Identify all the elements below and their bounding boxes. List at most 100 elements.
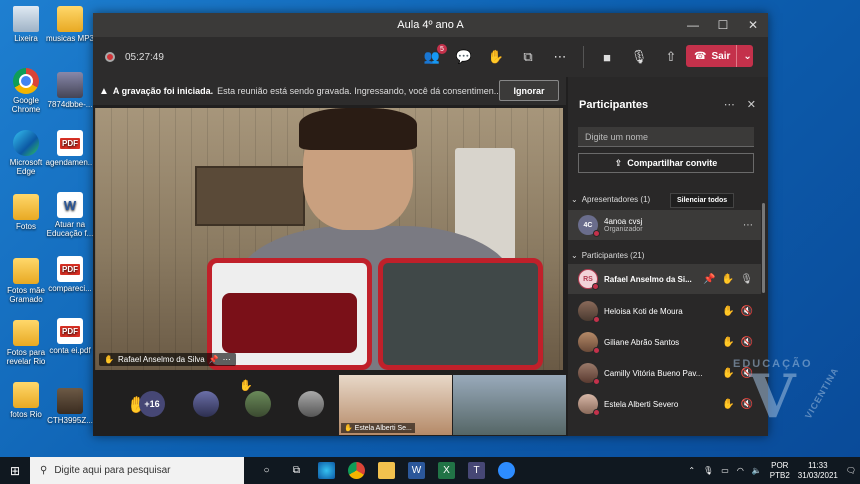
system-tray: ⌃ 🎙 ▭ ◠ 🔈 POR PTB2 11:33 31/03/2021 🗨 [688,457,856,484]
desktop-icon-folder[interactable]: musicas MP3 [44,6,96,43]
desktop-icon-pdf[interactable]: PDF agendamen... [44,130,96,167]
zoom-icon[interactable] [498,462,515,479]
avatar: 4C [578,215,600,237]
raise-hand-icon: ✋ [104,355,114,364]
breakout-rooms-icon: ⧉ [523,49,533,64]
share-invite-button[interactable]: ⇪ Compartilhar convite [578,153,754,173]
participant-avatar[interactable] [245,391,271,417]
more-options-icon[interactable]: ⋯ [743,220,753,231]
banner-title: A gravação foi iniciada. [112,86,214,96]
desktop-icon-image[interactable]: 7874dbbe-... [44,72,96,109]
desktop-icon-pdf-3[interactable]: PDF conta ei.pdf [44,318,96,355]
taskbar-search-box[interactable]: ⚲ Digite aqui para pesquisar [30,457,244,484]
desktop-icon-word[interactable]: W Atuar na Educação f... [44,192,96,238]
leave-options-chevron-down-icon[interactable]: ⌄ [737,51,757,62]
volume-icon[interactable]: 🔈 [752,466,762,475]
main-video-stage[interactable]: ✋ Rafael Anselmo da Silva 📌 ⋯ [95,108,563,370]
status-dot-icon [593,316,600,323]
chat-button[interactable]: 💬 [455,48,473,66]
notifications-icon[interactable]: 🗨 [846,466,856,475]
participant-avatar[interactable] [193,391,219,417]
participant-video-thumbnail[interactable] [453,375,566,435]
participants-strip: ✋ +16 ✋ ✋ Estela Alberti Se... [93,373,566,436]
thumbnail-name-tag: ✋ Estela Alberti Se... [341,423,415,433]
presenters-section-header[interactable]: ⌄ Apresentadores (1) [571,195,650,204]
cortana-icon[interactable]: ○ [258,462,275,479]
presenter-row[interactable]: 4C 4anoa cvsj Organizador ⋯ [568,210,761,240]
pdf-icon: PDF [57,318,83,344]
pdf-icon: PDF [57,130,83,156]
excel-icon[interactable]: X [438,462,455,479]
input-language[interactable]: POR PTB2 [770,461,790,481]
participants-button[interactable]: 👥 5 [423,44,447,66]
rooms-button[interactable]: ⧉ [519,48,537,66]
participant-name: Estela Alberti Severo [604,399,679,409]
network-icon[interactable]: ▭ [721,466,729,475]
share-tray-button[interactable]: ⇧ [662,48,680,66]
participant-row[interactable]: RS Rafael Anselmo da Si... 📌 ✋ 🎙 [568,264,761,294]
pin-icon[interactable]: 📌 [703,274,715,285]
more-participants-badge[interactable]: +16 [139,391,165,417]
clock[interactable]: 11:33 31/03/2021 [798,461,838,481]
folder-icon [13,382,39,408]
leave-label: Sair [711,50,731,62]
pdf-icon: PDF [57,256,83,282]
participant-name: Camilly Vitória Bueno Pav... [604,368,703,378]
recording-banner: ▲ A gravação foi iniciada. Esta reunião … [93,77,566,105]
wifi-icon[interactable]: ◠ [737,466,744,475]
windows-start-icon[interactable]: ⊞ [0,464,30,478]
attendees-section-header[interactable]: ⌄ Participantes (21) [571,251,644,260]
panel-scrollbar[interactable] [762,203,765,293]
leave-button[interactable]: ☎ Sair ⌄ [686,45,753,67]
participant-avatar[interactable] [298,391,324,417]
search-icon: ⚲ [40,465,48,476]
participant-video-thumbnail[interactable]: ✋ Estela Alberti Se... [339,375,452,435]
word-icon[interactable]: W [408,462,425,479]
panel-more-icon[interactable]: ⋯ [724,98,735,111]
panel-close-icon[interactable]: ✕ [747,98,756,111]
minimize-button[interactable]: — [678,13,708,37]
microphone-icon: 🎙 [630,49,648,64]
maximize-button[interactable]: ☐ [708,13,738,37]
folder-icon [13,320,39,346]
microphone-icon[interactable]: 🎙 [703,466,713,475]
title-bar: Aula 4º ano A — ☐ ✕ [93,13,768,37]
status-dot-icon [593,347,600,354]
share-screen-icon: ⇧ [665,49,677,64]
avatar [578,301,600,323]
avatar: RS [578,269,599,290]
participant-name: Giliane Abrão Santos [604,337,680,347]
camera-button[interactable]: ■ [598,48,616,66]
ignore-button[interactable]: Ignorar [499,80,559,101]
toolbar-divider [583,46,584,68]
mic-button[interactable]: 🎙 [630,48,648,66]
avatar [578,394,600,416]
desktop-icon-image-2[interactable]: CTH3995Z... [44,388,96,425]
reactions-button[interactable]: ✋ [487,48,505,66]
raise-hand-icon: ✋ [721,273,735,285]
file-explorer-icon[interactable] [378,462,395,479]
close-button[interactable]: ✕ [738,13,768,37]
share-invite-label: Compartilhar convite [627,158,718,168]
taskbar-apps: ○ ⧉ W X T [258,462,515,479]
microphone-icon: 🎙 [740,273,753,285]
video-camera-icon: ■ [603,49,611,65]
recycle-bin-icon [13,6,39,32]
desktop-icon-pdf-2[interactable]: PDF compareci... [44,256,96,293]
chrome-icon[interactable] [348,462,365,479]
participant-name: Rafael Anselmo da Si... [604,274,692,284]
mic-off-icon: 🔇 [740,305,753,317]
more-actions-button[interactable]: ⋯ [551,48,569,66]
banner-text: Esta reunião está sendo gravada. Ingress… [217,86,502,96]
participant-row[interactable]: Heloisa Koti de Moura ✋ 🔇 [568,296,761,326]
participant-search-input[interactable] [578,127,754,147]
window-title: Aula 4º ano A [397,19,464,31]
teams-icon[interactable]: T [468,462,485,479]
more-options-icon[interactable]: ⋯ [223,355,231,364]
mute-all-button[interactable]: Silenciar todos [670,193,735,208]
show-hidden-icons-chevron-up-icon[interactable]: ⌃ [688,466,695,475]
task-view-icon[interactable]: ⧉ [288,462,305,479]
edge-icon[interactable] [318,462,335,479]
chevron-down-icon: ⌄ [571,251,578,260]
participant-row[interactable]: Giliane Abrão Santos ✋ 🔇 [568,327,761,357]
